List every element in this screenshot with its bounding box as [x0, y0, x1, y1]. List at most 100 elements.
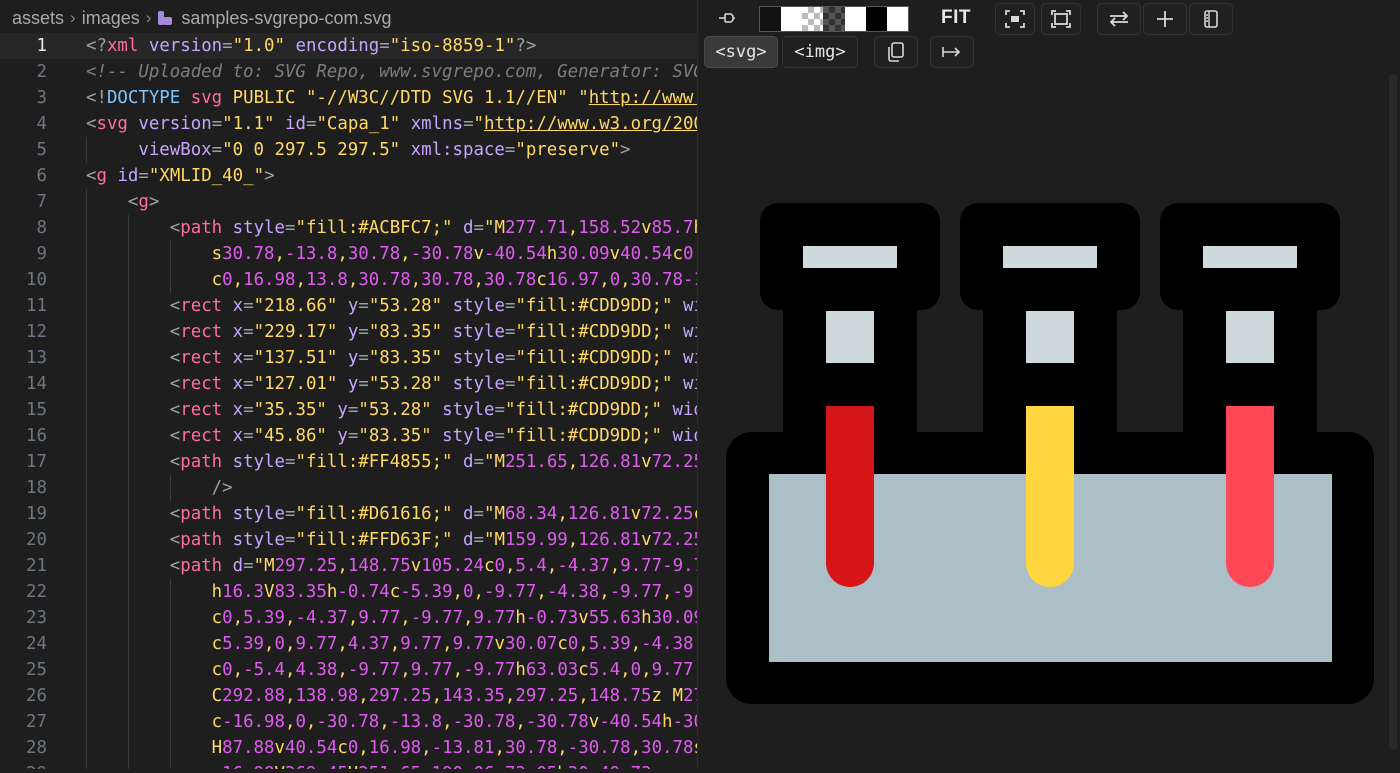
code-token: y — [337, 400, 348, 420]
code-token: , — [274, 244, 285, 264]
code-line[interactable]: 10 c0,16.98,13.8,30.78,30.78,30.78c16.97… — [0, 267, 697, 293]
line-number: 5 — [36, 140, 47, 160]
background-swatch[interactable] — [823, 7, 845, 31]
code-line[interactable]: 9 s30.78,-13.8,30.78,-30.78v-40.54h30.09… — [0, 241, 697, 267]
code-line[interactable]: 26 C292.88,138.98,297.25,143.35,297.25,1… — [0, 683, 697, 709]
code-token: = — [305, 114, 317, 134]
code-line[interactable]: 8 <path style="fill:#ACBFC7;" d="M277.71… — [0, 215, 697, 241]
code-line[interactable]: 6 <g id="XMLID_40_"> — [0, 163, 697, 189]
code-token: = — [358, 322, 369, 342]
add-button[interactable] — [1143, 3, 1187, 35]
swap-button[interactable] — [1097, 3, 1141, 35]
line-number: 18 — [26, 478, 47, 498]
code-line[interactable]: 12 <rect x="229.17" y="83.35" style="fil… — [0, 319, 697, 345]
tube-cap-label — [1203, 246, 1297, 268]
code-token: , — [442, 634, 453, 654]
code-line[interactable]: 18 /> — [0, 475, 697, 501]
code-text: s30.78,-13.8,30.78,-30.78v-40.54h30.09v4… — [86, 241, 697, 267]
toggle-panel-button[interactable] — [1189, 3, 1233, 35]
code-text: h16.3V83.35h-0.74c-5.39,0,-9.77,-4.38,-9… — [86, 579, 697, 605]
fit-button[interactable]: FIT — [934, 5, 978, 31]
pin-button[interactable] — [710, 5, 744, 31]
fit-to-window-button[interactable] — [1041, 3, 1081, 35]
code-token: 126.81 — [578, 452, 642, 472]
code-line[interactable]: 2 <!-- Uploaded to: SVG Repo, www.svgrepo… — [0, 59, 697, 85]
code-line[interactable]: 3 <!DOCTYPE svg PUBLIC "-//W3C//DTD SVG 1… — [0, 85, 697, 111]
tab-img[interactable]: <img> — [782, 36, 858, 68]
breadcrumb-item-images[interactable]: images — [82, 8, 140, 29]
code-line[interactable]: 13 <rect x="137.51" y="83.35" style="fil… — [0, 345, 697, 371]
code-line[interactable]: 19 <path style="fill:#D61616;" d="M68.34… — [0, 501, 697, 527]
code-line[interactable]: 15 <rect x="35.35" y="53.28" style="fill… — [0, 397, 697, 423]
code-token: style — [232, 504, 285, 524]
code-line[interactable]: 24 c5.39,0,9.77,4.37,9.77,9.77v30.07c0,5… — [0, 631, 697, 657]
code-line[interactable]: 20 <path style="fill:#FFD63F;" d="M159.9… — [0, 527, 697, 553]
code-token: wid — [672, 400, 697, 420]
line-number: 14 — [26, 374, 47, 394]
code-token: -5.39 — [400, 582, 453, 602]
code-line[interactable]: 21 <path d="M297.25,148.75v105.24c0,5.4,… — [0, 553, 697, 579]
code-token: " — [483, 452, 495, 472]
code-line[interactable]: 14 <rect x="127.01" y="53.28" style="fil… — [0, 371, 697, 397]
code-text: <rect x="45.86" y="83.35" style="fill:#C… — [86, 423, 697, 449]
code-token: 85.7 — [651, 218, 694, 238]
code-line[interactable]: 27 c-16.98,0,-30.78,-13.8,-30.78,-30.78v… — [0, 709, 697, 735]
code-line[interactable]: 22 h16.3V83.35h-0.74c-5.39,0,-9.77,-4.38… — [0, 579, 697, 605]
code-token: , — [400, 660, 411, 680]
background-swatch[interactable] — [865, 7, 887, 31]
code-line[interactable]: 1 <?xml version="1.0" encoding="iso-8859-… — [0, 33, 697, 59]
code-token: = — [358, 348, 369, 368]
code-line[interactable]: 29 c16.98V369.45H251.65c190.06,73.05h30.… — [0, 761, 697, 769]
code-editor[interactable]: assets › images › samples-svgrepo-com.sv… — [0, 0, 697, 769]
code-token: v — [578, 608, 589, 628]
background-swatch[interactable] — [844, 7, 866, 31]
code-line[interactable]: 28 H87.88v40.54c0,16.98,-13.81,30.78,-30… — [0, 735, 697, 761]
code-text: c5.39,0,9.77,4.37,9.77,9.77v30.07c0,5.39… — [86, 631, 697, 657]
background-swatch[interactable] — [886, 7, 908, 31]
code-line[interactable]: 16 <rect x="45.86" y="83.35" style="fill… — [0, 423, 697, 449]
background-swatch[interactable] — [760, 7, 782, 31]
breadcrumb-item-assets[interactable]: assets — [12, 8, 64, 29]
code-lines[interactable]: 1 <?xml version="1.0" encoding="iso-8859-… — [0, 33, 697, 769]
code-line[interactable]: 17 <path style="fill:#FF4855;" d="M251.6… — [0, 449, 697, 475]
code-token: = — [494, 426, 505, 446]
line-number: 7 — [36, 192, 47, 212]
code-token: 5.4 — [588, 660, 621, 680]
code-token: 4.37 — [347, 634, 390, 654]
background-swatch-group[interactable] — [759, 6, 909, 32]
code-line[interactable]: 7 <g> — [0, 189, 697, 215]
code-token: c — [672, 244, 683, 264]
tab-svg[interactable]: <svg> — [704, 36, 778, 68]
code-token: x — [232, 322, 244, 342]
code-token: = — [504, 322, 516, 342]
code-line[interactable]: 5 viewBox="0 0 297.5 297.5" xml:space="p… — [0, 137, 697, 163]
code-token: 138.98 — [295, 686, 359, 706]
code-line[interactable]: 11 <rect x="218.66" y="53.28" style="fil… — [0, 293, 697, 319]
background-swatch[interactable] — [781, 7, 803, 31]
code-token: path — [180, 530, 223, 550]
code-line[interactable]: 23 c0,5.39,-4.37,9.77,-9.77,9.77h-0.73v5… — [0, 605, 697, 631]
code-line[interactable]: 4 <svg version="1.1" id="Capa_1" xmlns="h… — [0, 111, 697, 137]
code-token: -5.4 — [243, 660, 285, 680]
code-token: , — [337, 556, 348, 576]
breadcrumb-item-file[interactable]: samples-svgrepo-com.svg — [181, 8, 391, 29]
code-token: = — [211, 114, 223, 134]
code-token: d — [463, 452, 474, 472]
code-token: = — [284, 504, 296, 524]
background-swatch[interactable] — [802, 7, 824, 31]
align-right-button[interactable] — [930, 36, 974, 68]
code-token: encoding — [295, 36, 380, 56]
fit-to-content-button[interactable] — [995, 3, 1035, 35]
code-token: DOCTYPE — [106, 88, 181, 108]
code-token: y — [347, 374, 359, 394]
preview-scrollbar[interactable] — [1389, 74, 1397, 750]
code-token: , — [504, 686, 516, 706]
code-line[interactable]: 25 c0,-5.4,4.38,-9.77,9.77,-9.77h63.03c5… — [0, 657, 697, 683]
line-number: 21 — [26, 556, 47, 576]
preview-canvas[interactable] — [698, 70, 1400, 769]
copy-button[interactable] — [874, 36, 918, 68]
